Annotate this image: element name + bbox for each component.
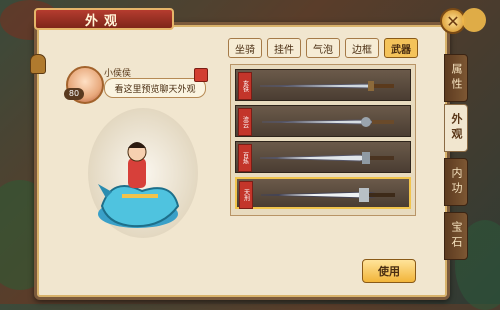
- tab-frame[interactable]: 边框: [345, 38, 379, 58]
- side-tab-gems[interactable]: 宝石: [444, 212, 468, 260]
- chat-bubble-preview: 看这里预览聊天外观: [104, 78, 206, 98]
- weapon-list: 玄铁 流云 百炼 天刑: [230, 64, 416, 216]
- weapon-tag: 百炼: [238, 144, 252, 172]
- side-tab-attributes[interactable]: 属性: [444, 54, 468, 102]
- level-badge: 80: [64, 88, 84, 100]
- character-on-mount-image: [98, 142, 180, 228]
- weapon-item[interactable]: 百炼: [235, 141, 411, 173]
- sword-icon: [259, 81, 394, 91]
- category-tabs: 坐骑 挂件 气泡 边框 武器: [228, 38, 418, 58]
- weapon-tag: 天刑: [239, 181, 253, 209]
- tab-pendant[interactable]: 挂件: [267, 38, 301, 58]
- weapon-item[interactable]: 流云: [235, 105, 411, 137]
- use-button[interactable]: 使用: [362, 259, 416, 283]
- tab-mount[interactable]: 坐骑: [228, 38, 262, 58]
- weapon-item[interactable]: 玄铁: [235, 69, 411, 101]
- window-title: 外观: [34, 8, 174, 30]
- side-tab-inner-skill[interactable]: 内功: [444, 158, 468, 206]
- sword-icon: [261, 117, 394, 127]
- tab-weapon[interactable]: 武器: [384, 38, 418, 58]
- sword-icon: [260, 188, 395, 202]
- bell-icon: [30, 54, 46, 74]
- side-tab-appearance[interactable]: 外观: [444, 104, 468, 152]
- weapon-tag: 玄铁: [238, 72, 252, 100]
- gift-icon: [194, 68, 208, 82]
- sword-icon: [259, 152, 394, 164]
- flower-decoration-icon: [462, 8, 486, 32]
- weapon-tag: 流云: [238, 108, 252, 136]
- weapon-item-selected[interactable]: 天刑: [235, 177, 411, 209]
- tab-bubble[interactable]: 气泡: [306, 38, 340, 58]
